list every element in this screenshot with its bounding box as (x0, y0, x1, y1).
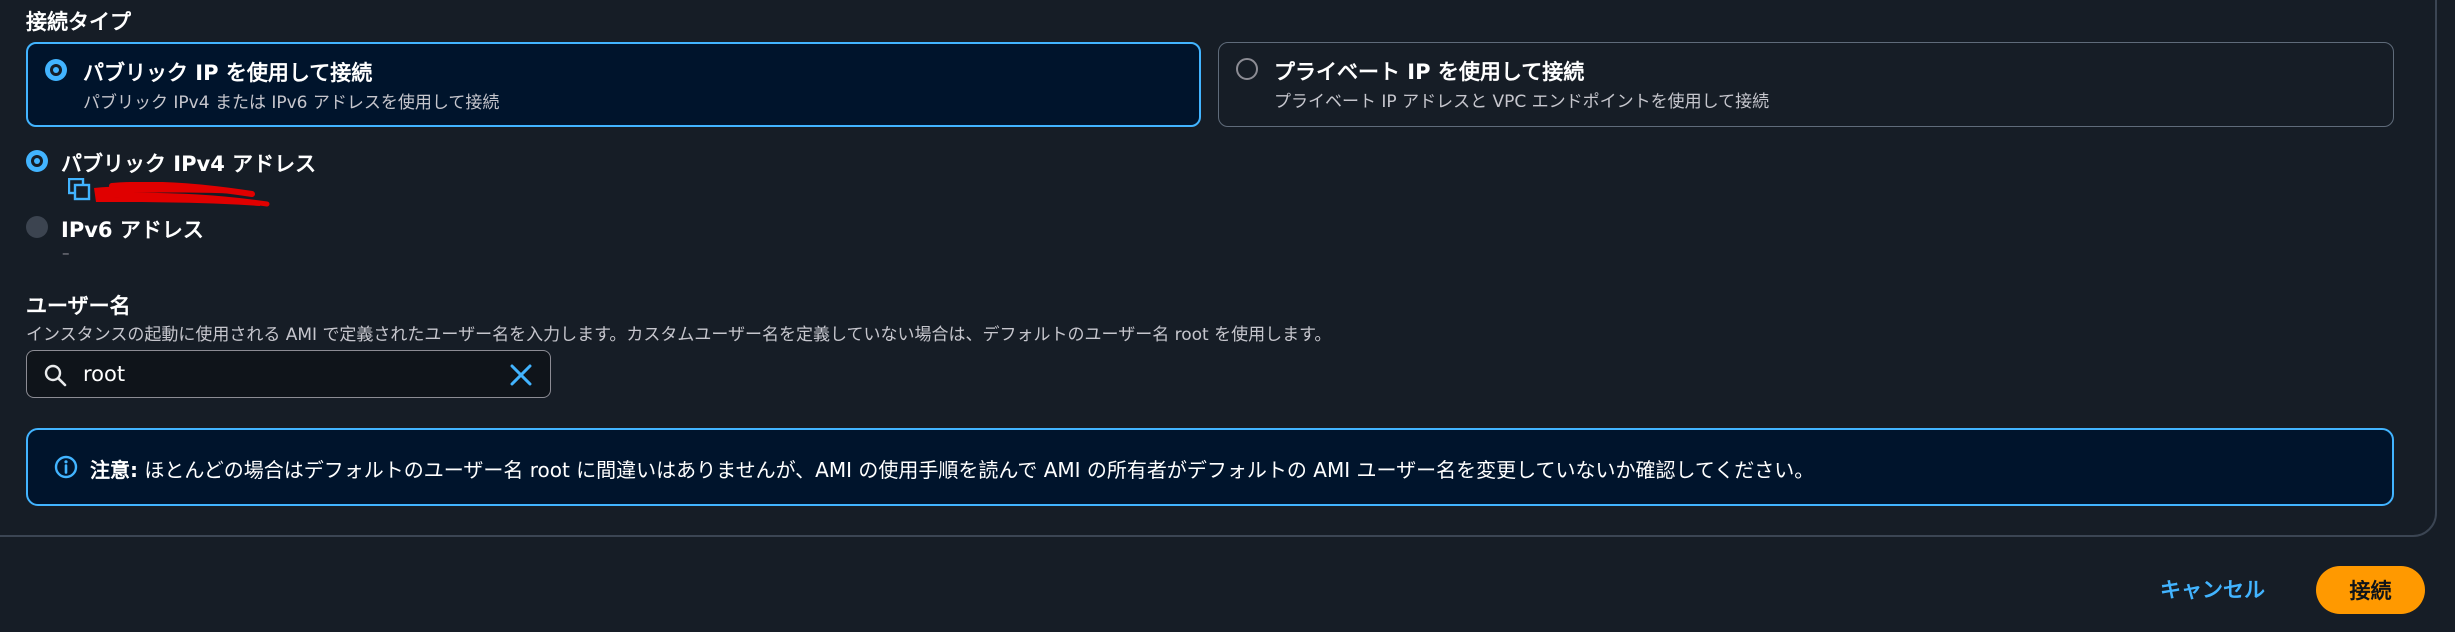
cancel-button[interactable]: キャンセル (2160, 574, 2265, 604)
ipv6-label: IPv6 アドレス (61, 218, 204, 242)
connect-public-ip-tile[interactable]: パブリック IP を使用して接続 パブリック IPv4 または IPv6 アドレ… (26, 42, 1201, 127)
info-icon (54, 455, 78, 479)
ipv4-label: パブリック IPv4 アドレス (61, 152, 317, 176)
connect-button[interactable]: 接続 (2316, 566, 2425, 614)
clear-icon[interactable] (507, 361, 535, 389)
public-ip-title: パブリック IP を使用して接続 (83, 61, 373, 85)
connect-private-ip-tile[interactable]: プライベート IP を使用して接続 プライベート IP アドレスと VPC エン… (1218, 42, 2394, 127)
username-label: ユーザー名 (26, 294, 131, 318)
search-icon (44, 364, 67, 387)
public-ip-description: パブリック IPv4 または IPv6 アドレスを使用して接続 (83, 93, 500, 113)
alert-message: ほとんどの場合はデフォルトのユーザー名 root に間違いはありませんが、AMI… (138, 458, 1815, 482)
ipv4-radio[interactable] (26, 150, 48, 172)
info-alert: 注意: ほとんどの場合はデフォルトのユーザー名 root に間違いはありませんが… (26, 428, 2394, 506)
private-ip-title: プライベート IP を使用して接続 (1274, 60, 1585, 84)
private-ip-radio[interactable] (1236, 58, 1258, 80)
username-description: インスタンスの起動に使用される AMI で定義されたユーザー名を入力します。カス… (26, 325, 1332, 345)
private-ip-description: プライベート IP アドレスと VPC エンドポイントを使用して接続 (1274, 92, 1770, 112)
alert-prefix: 注意: (90, 458, 138, 482)
ipv6-value: – (62, 244, 70, 262)
alert-text: 注意: ほとんどの場合はデフォルトのユーザー名 root に間違いはありませんが… (90, 454, 1814, 483)
copy-icon[interactable] (68, 178, 92, 202)
connection-type-label: 接続タイプ (26, 10, 131, 34)
username-field[interactable] (26, 350, 551, 398)
username-input[interactable] (81, 357, 481, 391)
redacted-ip-address (94, 182, 270, 207)
ipv6-radio[interactable] (26, 216, 48, 238)
public-ip-radio[interactable] (45, 59, 67, 81)
